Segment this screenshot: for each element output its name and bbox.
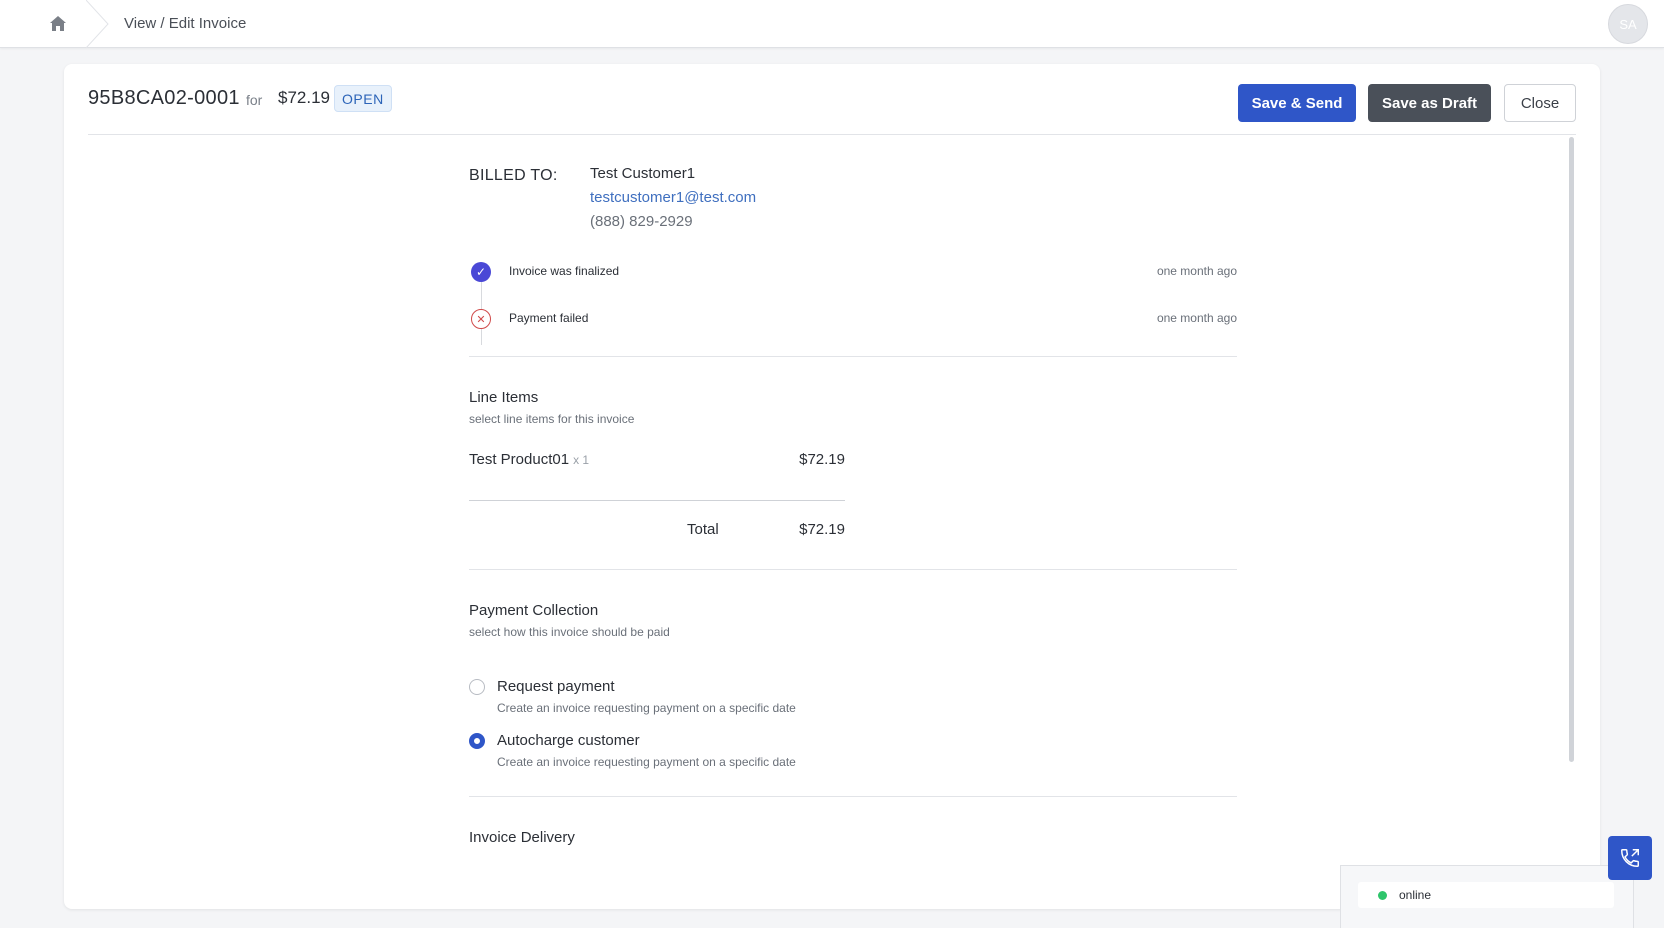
invoice-card: 95B8CA02-0001 for $72.19 OPEN Save & Sen… — [64, 64, 1600, 909]
autocharge-customer-description: Create an invoice requesting payment on … — [497, 755, 796, 769]
autocharge-customer-label[interactable]: Autocharge customer — [497, 732, 640, 749]
customer-email-link[interactable]: testcustomer1@test.com — [590, 189, 756, 206]
invoice-body[interactable]: BILLED TO: Test Customer1 testcustomer1@… — [88, 135, 1576, 909]
customer-name: Test Customer1 — [590, 165, 696, 182]
invoice-header: 95B8CA02-0001 for $72.19 OPEN Save & Sen… — [88, 64, 1576, 135]
billed-to-label: BILLED TO: — [469, 167, 558, 184]
invoice-delivery-title: Invoice Delivery — [469, 829, 575, 846]
breadcrumb-separator-icon — [86, 0, 109, 48]
request-payment-label[interactable]: Request payment — [497, 678, 615, 695]
timeline-event-time: one month ago — [1156, 264, 1237, 278]
close-button[interactable]: Close — [1504, 84, 1576, 122]
top-bar: View / Edit Invoice SA — [0, 0, 1664, 48]
breadcrumb: View / Edit Invoice — [124, 15, 247, 32]
payment-collection-title: Payment Collection — [469, 602, 599, 619]
online-status-label: online — [1399, 888, 1432, 902]
invoice-number: 95B8CA02-0001 — [88, 87, 240, 109]
line-items-title: Line Items — [469, 389, 539, 406]
line-item-qty: x 1 — [573, 453, 590, 467]
line-items-subtitle: select line items for this invoice — [469, 412, 635, 426]
timeline-event-text: Invoice was finalized — [509, 264, 620, 278]
phone-status-panel: online — [1340, 865, 1634, 928]
timeline-event-time: one month ago — [1156, 311, 1237, 325]
invoice-for-label: for — [246, 92, 263, 108]
customer-phone: (888) 829-2929 — [590, 213, 693, 230]
request-payment-radio[interactable] — [469, 679, 485, 695]
request-payment-description: Create an invoice requesting payment on … — [497, 701, 796, 715]
avatar[interactable]: SA — [1608, 4, 1648, 44]
total-value: $72.19 — [799, 521, 845, 538]
section-divider — [469, 356, 1237, 357]
error-x-icon: ✕ — [471, 309, 491, 329]
home-icon — [50, 16, 66, 31]
section-divider — [469, 569, 1237, 570]
line-item-name: Test Product01 x 1 — [469, 451, 590, 468]
line-items-divider — [469, 500, 845, 501]
invoice-amount: $72.19 — [278, 88, 330, 107]
line-item-price: $72.19 — [799, 451, 845, 468]
scrollbar-thumb[interactable] — [1569, 137, 1574, 762]
online-status[interactable]: online — [1358, 882, 1614, 908]
save-send-button[interactable]: Save & Send — [1238, 84, 1356, 122]
save-draft-button[interactable]: Save as Draft — [1368, 84, 1491, 122]
status-badge: OPEN — [334, 85, 392, 112]
payment-collection-subtitle: select how this invoice should be paid — [469, 625, 670, 639]
phone-icon — [1621, 849, 1639, 867]
phone-button[interactable] — [1608, 836, 1652, 880]
check-icon: ✓ — [471, 262, 491, 282]
section-divider — [469, 796, 1237, 797]
total-label: Total — [687, 521, 719, 538]
timeline-event-text: Payment failed — [509, 311, 589, 325]
online-dot-icon — [1378, 891, 1387, 900]
autocharge-customer-radio[interactable] — [469, 733, 485, 749]
